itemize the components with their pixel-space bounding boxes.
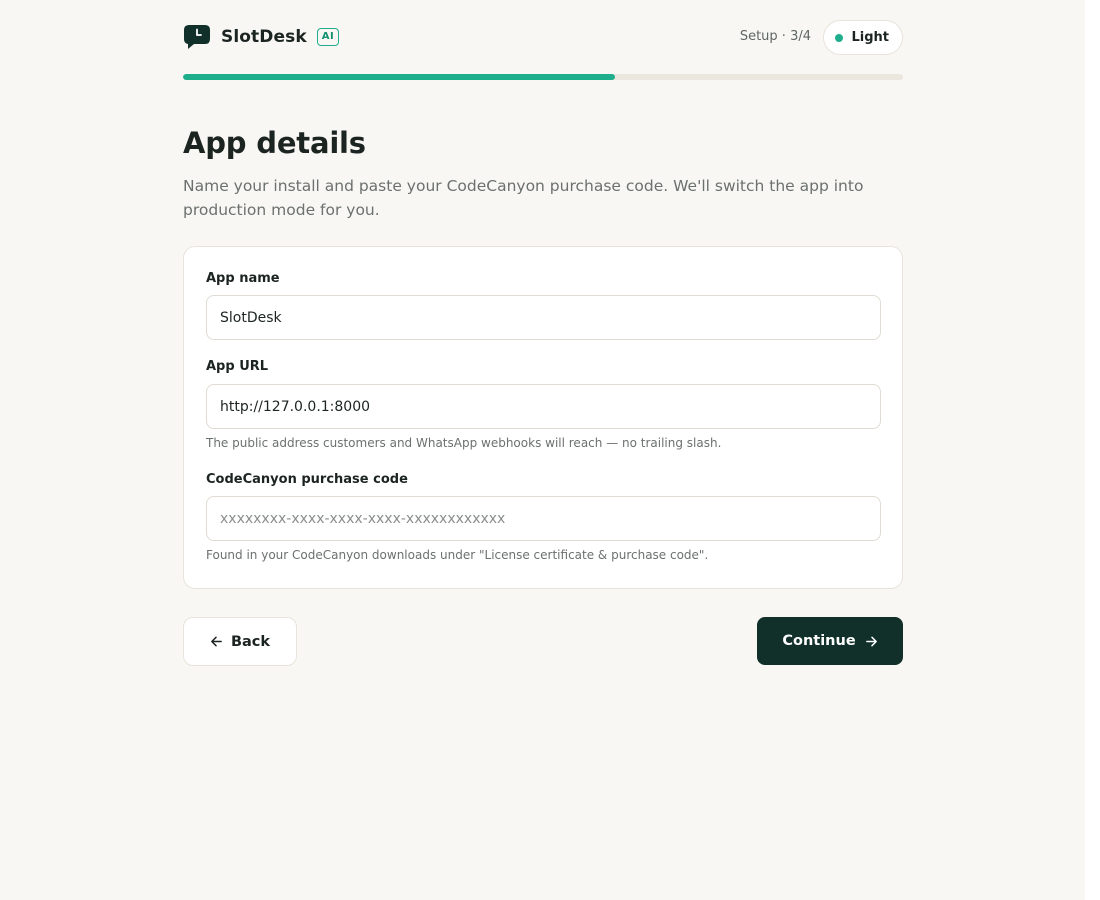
purchase-code-input[interactable] [206, 496, 881, 541]
back-button[interactable]: Back [183, 617, 297, 666]
app-url-label: App URL [206, 359, 269, 374]
page-background: SlotDesk AI Setup · 3/4 Light App detail… [0, 0, 1085, 900]
app-url-input[interactable] [206, 384, 881, 429]
page-title: App details [183, 126, 366, 160]
chat-bubble-clock-icon [184, 25, 210, 49]
header: SlotDesk AI Setup · 3/4 Light [183, 0, 903, 74]
theme-toggle-button[interactable]: Light [823, 20, 903, 55]
app-name-label: App name [206, 271, 280, 286]
continue-button[interactable]: Continue [757, 617, 903, 665]
app-details-form: App name App URL The public address cust… [183, 246, 903, 589]
arrow-left-icon [211, 636, 222, 647]
theme-toggle-label: Light [851, 30, 889, 45]
page-subtitle: Name your install and paste your CodeCan… [183, 177, 864, 219]
arrow-right-icon [865, 636, 877, 646]
app-url-help-text: The public address customers and WhatsAp… [206, 436, 722, 450]
scrollbar-track[interactable] [1085, 0, 1100, 900]
status-dot-icon [835, 33, 844, 42]
app-name-input[interactable] [206, 295, 881, 340]
brand-name: SlotDesk [221, 27, 307, 47]
purchase-code-label: CodeCanyon purchase code [206, 472, 408, 487]
back-button-label: Back [230, 633, 271, 650]
step-indicator: Setup · 3/4 [739, 29, 811, 44]
purchase-code-help-text: Found in your CodeCanyon downloads under… [206, 548, 709, 562]
progress-bar [183, 74, 903, 80]
ai-badge: AI [316, 28, 340, 46]
progress-bar-fill [183, 74, 615, 80]
continue-button-label: Continue [782, 633, 856, 649]
brand: SlotDesk AI [183, 24, 340, 50]
setup-wizard: SlotDesk AI Setup · 3/4 Light App detail… [183, 0, 903, 666]
